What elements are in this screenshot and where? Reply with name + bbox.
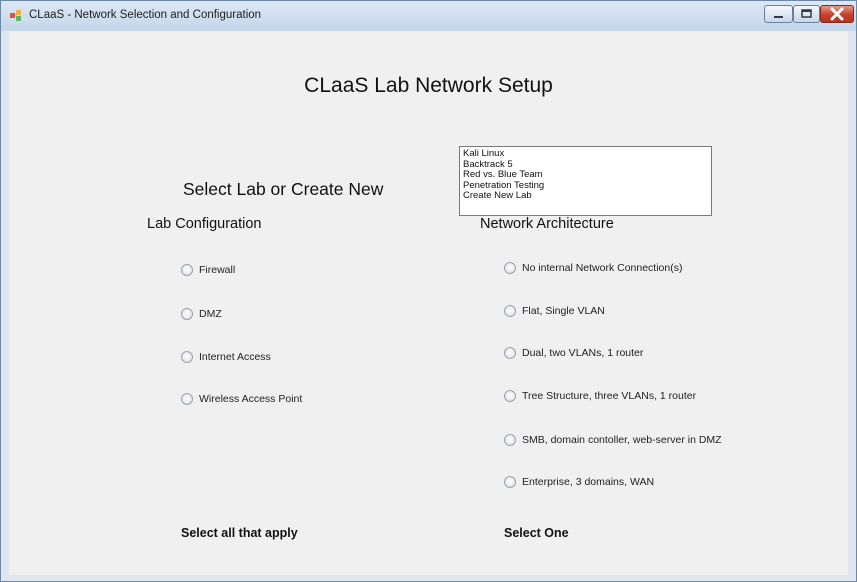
option-label: Tree Structure, three VLANs, 1 router <box>522 390 697 402</box>
minimize-icon <box>774 16 783 18</box>
minimize-button[interactable] <box>764 5 793 23</box>
option-label: Firewall <box>199 264 236 276</box>
network-hint: Select One <box>504 526 569 540</box>
close-icon <box>830 7 844 21</box>
lab-config-hint: Select all that apply <box>181 526 298 540</box>
lab-list-item[interactable]: Create New Lab <box>463 190 711 202</box>
title-bar[interactable]: CLaaS - Network Selection and Configurat… <box>1 1 856 31</box>
option-label: Internet Access <box>199 351 271 363</box>
radio-button[interactable] <box>181 393 193 405</box>
page-title: CLaaS Lab Network Setup <box>304 74 553 97</box>
lab-list-item[interactable]: Kali Linux <box>463 148 711 160</box>
close-button[interactable] <box>820 5 854 23</box>
maximize-button[interactable] <box>793 5 820 23</box>
option-label: Wireless Access Point <box>199 393 303 405</box>
option-label: Dual, two VLANs, 1 router <box>522 347 644 359</box>
maximize-icon <box>801 9 812 18</box>
option-label: No internal Network Connection(s) <box>522 262 683 274</box>
lab-select-label: Select Lab or Create New <box>183 179 384 199</box>
radio-button[interactable] <box>504 262 516 274</box>
radio-button[interactable] <box>181 308 193 320</box>
option-label: Enterprise, 3 domains, WAN <box>522 476 655 488</box>
network-arch-title: Network Architecture <box>480 216 614 232</box>
radio-button[interactable] <box>504 434 516 446</box>
radio-button[interactable] <box>504 305 516 317</box>
app-icon <box>10 10 21 21</box>
client-area: CLaaS Lab Network Setup Select Lab or Cr… <box>9 31 848 575</box>
window-title: CLaaS - Network Selection and Configurat… <box>29 9 262 21</box>
lab-listbox[interactable]: Kali Linux Backtrack 5 Red vs. Blue Team… <box>459 146 712 216</box>
lab-config-title: Lab Configuration <box>147 216 262 232</box>
radio-button[interactable] <box>181 351 193 363</box>
radio-button[interactable] <box>504 347 516 359</box>
option-label: DMZ <box>199 308 222 320</box>
radio-button[interactable] <box>181 264 193 276</box>
radio-button[interactable] <box>504 476 516 488</box>
app-window: CLaaS - Network Selection and Configurat… <box>0 0 857 582</box>
option-label: Flat, Single VLAN <box>522 305 605 317</box>
radio-button[interactable] <box>504 390 516 402</box>
option-label: SMB, domain contoller, web-server in DMZ <box>522 434 722 446</box>
lab-list-item[interactable]: Red vs. Blue Team <box>463 169 711 181</box>
